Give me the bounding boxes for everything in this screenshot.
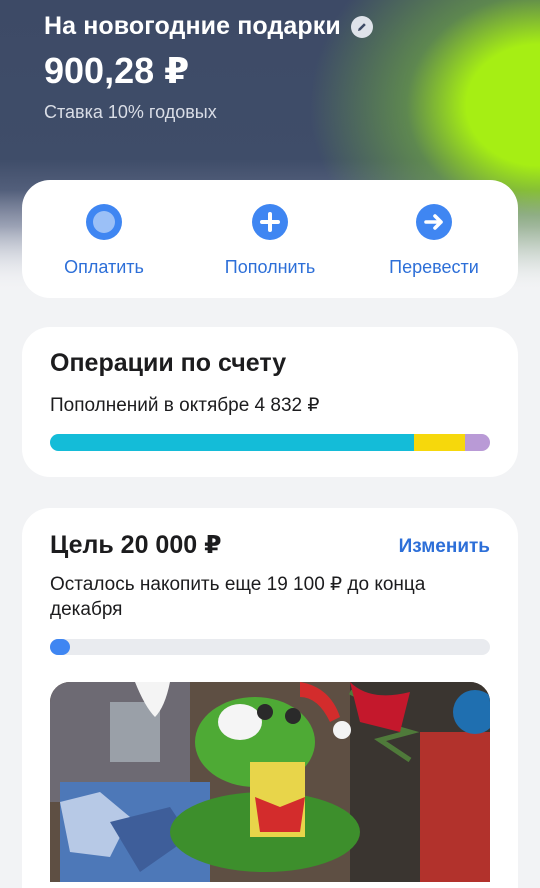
- operations-segment-2: [464, 434, 490, 451]
- goal-photo: [50, 682, 490, 882]
- transfer-label: Перевести: [389, 257, 479, 277]
- operations-breakdown-bar: [50, 434, 490, 451]
- operations-summary: Пополнений в октябре 4 832 ₽: [50, 395, 320, 416]
- goal-progress-bar: [50, 639, 490, 655]
- arrow-right-icon: [416, 204, 452, 240]
- account-operations-card[interactable]: Операции по счету Пополнений в октябре 4…: [22, 327, 518, 477]
- operations-title: Операции по счету: [50, 349, 287, 377]
- change-goal-link[interactable]: Изменить: [399, 536, 490, 558]
- account-title-row: На новогодние подарки: [44, 12, 373, 41]
- account-balance: 900,28 ₽: [44, 50, 190, 91]
- operations-segment-1: [414, 434, 465, 451]
- plus-icon: [252, 204, 288, 240]
- pay-button[interactable]: Оплатить: [29, 204, 179, 278]
- pencil-icon: [357, 22, 366, 31]
- edit-title-button[interactable]: [350, 15, 373, 38]
- transfer-button[interactable]: Перевести: [359, 204, 509, 278]
- account-title: На новогодние подарки: [44, 12, 341, 40]
- goal-progress-fill: [50, 639, 70, 655]
- goal-remaining-text: Осталось накопить еще 19 100 ₽ до конца …: [50, 574, 426, 620]
- operations-segment-0: [50, 434, 415, 451]
- goal-title: Цель 20 000 ₽: [50, 531, 222, 559]
- interest-rate: Ставка 10% годовых: [44, 102, 217, 122]
- top-up-label: Пополнить: [224, 257, 316, 277]
- savings-goal-card: Цель 20 000 ₽ Изменить Осталось накопить…: [22, 508, 518, 888]
- top-up-button[interactable]: Пополнить: [195, 204, 345, 278]
- pay-dot-icon: [86, 204, 122, 240]
- actions-card: Оплатить Пополнить Перевести: [22, 180, 518, 298]
- pay-label: Оплатить: [64, 257, 144, 277]
